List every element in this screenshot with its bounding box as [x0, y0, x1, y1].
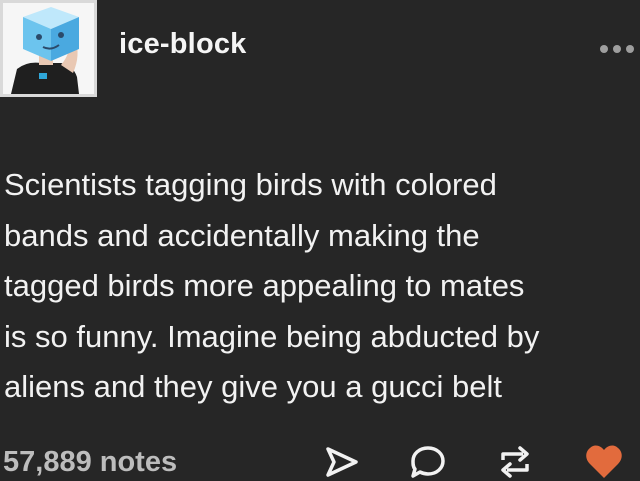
post-body-line: tagged birds more appealing to mates [4, 268, 525, 303]
ice-cube-head-avatar-icon [3, 3, 94, 94]
post-body: Scientists tagging birds with colored ba… [4, 160, 636, 413]
share-icon [326, 447, 358, 477]
reblog-icon [501, 446, 529, 478]
like-button[interactable] [584, 442, 624, 481]
post-body-line: is so funny. Imagine being abducted by [4, 318, 540, 354]
reply-icon [411, 446, 445, 478]
user-avatar[interactable] [0, 0, 97, 97]
post-body-line: bands and accidentally making the [4, 217, 480, 253]
reblog-button[interactable] [495, 442, 535, 481]
notes-count[interactable]: 57,889 notes [3, 442, 177, 481]
post-username[interactable]: ice-block [119, 26, 247, 62]
heart-icon [586, 445, 622, 478]
more-icon[interactable] [600, 44, 638, 54]
reply-button[interactable] [408, 442, 448, 481]
more-dot [626, 45, 634, 53]
share-button[interactable] [322, 442, 362, 481]
more-dot [600, 45, 608, 53]
more-dot [613, 45, 621, 53]
post-body-line: Scientists tagging birds with colored [4, 167, 497, 202]
post-card: ice-block Scientists tagging birds with … [0, 0, 640, 481]
post-footer: 57,889 notes [0, 440, 640, 481]
post-body-line: aliens and they give you a gucci belt [4, 369, 503, 404]
